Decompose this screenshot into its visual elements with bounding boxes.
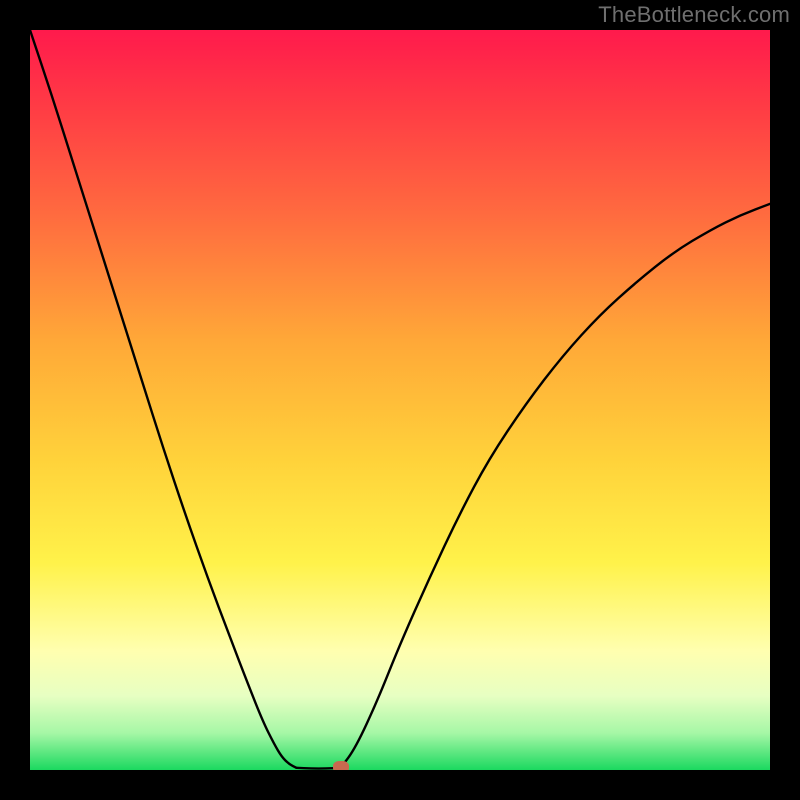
curve-svg [30, 30, 770, 770]
watermark-text: TheBottleneck.com [598, 2, 790, 28]
curve-left-branch [30, 30, 296, 768]
curve-right-branch [341, 204, 770, 768]
plot-area [30, 30, 770, 770]
chart-frame: TheBottleneck.com [0, 0, 800, 800]
minimum-marker [333, 761, 349, 770]
